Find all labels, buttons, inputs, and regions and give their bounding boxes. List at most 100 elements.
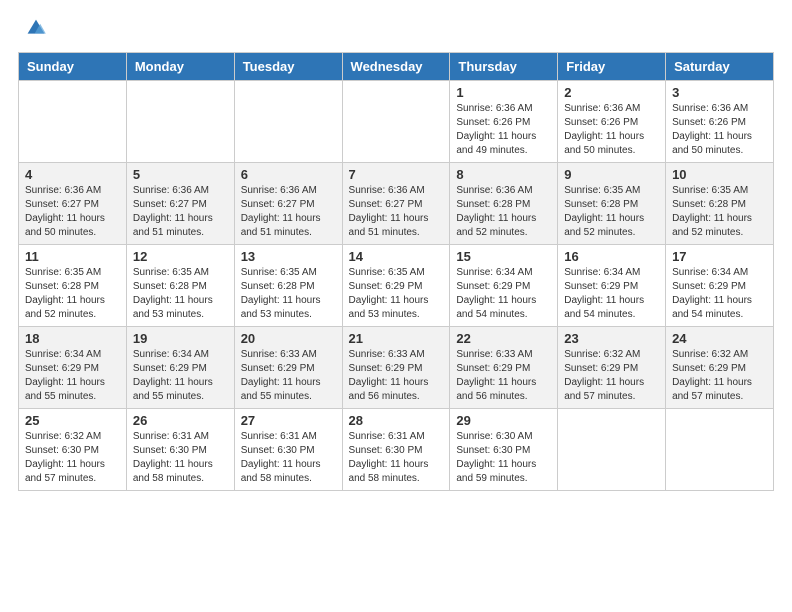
calendar-cell bbox=[19, 81, 127, 163]
calendar-cell: 7 Sunrise: 6:36 AM Sunset: 6:27 PM Daylig… bbox=[342, 163, 450, 245]
cell-day-number: 12 bbox=[133, 249, 228, 264]
calendar-cell: 16 Sunrise: 6:34 AM Sunset: 6:29 PM Dayli… bbox=[558, 245, 666, 327]
calendar-cell bbox=[126, 81, 234, 163]
cell-day-number: 16 bbox=[564, 249, 659, 264]
calendar-cell bbox=[234, 81, 342, 163]
calendar-cell: 6 Sunrise: 6:36 AM Sunset: 6:27 PM Daylig… bbox=[234, 163, 342, 245]
day-header-thursday: Thursday bbox=[450, 53, 558, 81]
cell-info: Sunrise: 6:35 AM Sunset: 6:28 PM Dayligh… bbox=[241, 266, 336, 322]
cell-day-number: 24 bbox=[672, 331, 767, 346]
day-header-sunday: Sunday bbox=[19, 53, 127, 81]
calendar-cell: 26Sunrise: 6:31 AM Sunset: 6:30 PM Dayli… bbox=[126, 409, 234, 491]
calendar-cell: 21 Sunrise: 6:33 AM Sunset: 6:29 PM Dayli… bbox=[342, 327, 450, 409]
cell-info: Sunrise: 6:36 AM Sunset: 6:26 PM Dayligh… bbox=[456, 102, 551, 158]
day-header-wednesday: Wednesday bbox=[342, 53, 450, 81]
cell-day-number: 26 bbox=[133, 413, 228, 428]
cell-day-number: 19 bbox=[133, 331, 228, 346]
cell-info: Sunrise: 6:33 AM Sunset: 6:29 PM Dayligh… bbox=[456, 348, 551, 404]
cell-day-number: 13 bbox=[241, 249, 336, 264]
logo-icon bbox=[22, 14, 50, 42]
header bbox=[18, 18, 774, 42]
week-row-3: 18 Sunrise: 6:34 AM Sunset: 6:29 PM Dayli… bbox=[19, 327, 774, 409]
cell-info: Sunrise: 6:36 AM Sunset: 6:27 PM Dayligh… bbox=[241, 184, 336, 240]
calendar-cell: 15 Sunrise: 6:34 AM Sunset: 6:29 PM Dayli… bbox=[450, 245, 558, 327]
cell-info: Sunrise: 6:34 AM Sunset: 6:29 PM Dayligh… bbox=[564, 266, 659, 322]
calendar-cell: 5 Sunrise: 6:36 AM Sunset: 6:27 PM Daylig… bbox=[126, 163, 234, 245]
calendar-cell: 2 Sunrise: 6:36 AM Sunset: 6:26 PM Daylig… bbox=[558, 81, 666, 163]
cell-info: Sunrise: 6:33 AM Sunset: 6:29 PM Dayligh… bbox=[349, 348, 444, 404]
calendar-cell: 9 Sunrise: 6:35 AM Sunset: 6:28 PM Daylig… bbox=[558, 163, 666, 245]
cell-info: Sunrise: 6:31 AM Sunset: 6:30 PM Dayligh… bbox=[349, 430, 444, 486]
calendar-cell: 28 Sunrise: 6:31 AM Sunset: 6:30 PM Dayli… bbox=[342, 409, 450, 491]
calendar-cell: 13 Sunrise: 6:35 AM Sunset: 6:28 PM Dayli… bbox=[234, 245, 342, 327]
week-row-0: 1Sunrise: 6:36 AM Sunset: 6:26 PM Daylig… bbox=[19, 81, 774, 163]
day-header-friday: Friday bbox=[558, 53, 666, 81]
cell-info: Sunrise: 6:32 AM Sunset: 6:29 PM Dayligh… bbox=[672, 348, 767, 404]
cell-info: Sunrise: 6:33 AM Sunset: 6:29 PM Dayligh… bbox=[241, 348, 336, 404]
calendar-cell bbox=[342, 81, 450, 163]
cell-day-number: 7 bbox=[349, 167, 444, 182]
day-header-monday: Monday bbox=[126, 53, 234, 81]
cell-day-number: 17 bbox=[672, 249, 767, 264]
cell-day-number: 28 bbox=[349, 413, 444, 428]
calendar-cell bbox=[666, 409, 774, 491]
cell-info: Sunrise: 6:32 AM Sunset: 6:30 PM Dayligh… bbox=[25, 430, 120, 486]
day-header-saturday: Saturday bbox=[666, 53, 774, 81]
cell-day-number: 3 bbox=[672, 85, 767, 100]
calendar-cell: 18 Sunrise: 6:34 AM Sunset: 6:29 PM Dayli… bbox=[19, 327, 127, 409]
cell-info: Sunrise: 6:35 AM Sunset: 6:28 PM Dayligh… bbox=[564, 184, 659, 240]
cell-day-number: 29 bbox=[456, 413, 551, 428]
cell-info: Sunrise: 6:32 AM Sunset: 6:29 PM Dayligh… bbox=[564, 348, 659, 404]
calendar-cell: 3 Sunrise: 6:36 AM Sunset: 6:26 PM Daylig… bbox=[666, 81, 774, 163]
cell-info: Sunrise: 6:34 AM Sunset: 6:29 PM Dayligh… bbox=[133, 348, 228, 404]
cell-info: Sunrise: 6:35 AM Sunset: 6:28 PM Dayligh… bbox=[133, 266, 228, 322]
calendar-cell: 4 Sunrise: 6:36 AM Sunset: 6:27 PM Daylig… bbox=[19, 163, 127, 245]
calendar-cell: 8 Sunrise: 6:36 AM Sunset: 6:28 PM Daylig… bbox=[450, 163, 558, 245]
cell-day-number: 8 bbox=[456, 167, 551, 182]
cell-day-number: 9 bbox=[564, 167, 659, 182]
cell-day-number: 20 bbox=[241, 331, 336, 346]
calendar-cell: 17Sunrise: 6:34 AM Sunset: 6:29 PM Dayli… bbox=[666, 245, 774, 327]
cell-day-number: 18 bbox=[25, 331, 120, 346]
day-header-tuesday: Tuesday bbox=[234, 53, 342, 81]
calendar-table: SundayMondayTuesdayWednesdayThursdayFrid… bbox=[18, 52, 774, 491]
week-row-1: 4 Sunrise: 6:36 AM Sunset: 6:27 PM Daylig… bbox=[19, 163, 774, 245]
calendar-cell: 22Sunrise: 6:33 AM Sunset: 6:29 PM Dayli… bbox=[450, 327, 558, 409]
cell-day-number: 2 bbox=[564, 85, 659, 100]
cell-info: Sunrise: 6:35 AM Sunset: 6:28 PM Dayligh… bbox=[672, 184, 767, 240]
week-row-2: 11Sunrise: 6:35 AM Sunset: 6:28 PM Dayli… bbox=[19, 245, 774, 327]
cell-info: Sunrise: 6:31 AM Sunset: 6:30 PM Dayligh… bbox=[241, 430, 336, 486]
cell-info: Sunrise: 6:36 AM Sunset: 6:27 PM Dayligh… bbox=[25, 184, 120, 240]
cell-day-number: 10 bbox=[672, 167, 767, 182]
cell-info: Sunrise: 6:35 AM Sunset: 6:28 PM Dayligh… bbox=[25, 266, 120, 322]
cell-day-number: 4 bbox=[25, 167, 120, 182]
week-row-4: 25Sunrise: 6:32 AM Sunset: 6:30 PM Dayli… bbox=[19, 409, 774, 491]
logo bbox=[18, 18, 50, 42]
header-row: SundayMondayTuesdayWednesdayThursdayFrid… bbox=[19, 53, 774, 81]
cell-info: Sunrise: 6:36 AM Sunset: 6:27 PM Dayligh… bbox=[133, 184, 228, 240]
cell-day-number: 6 bbox=[241, 167, 336, 182]
cell-info: Sunrise: 6:36 AM Sunset: 6:26 PM Dayligh… bbox=[564, 102, 659, 158]
cell-day-number: 23 bbox=[564, 331, 659, 346]
cell-info: Sunrise: 6:36 AM Sunset: 6:28 PM Dayligh… bbox=[456, 184, 551, 240]
cell-info: Sunrise: 6:36 AM Sunset: 6:27 PM Dayligh… bbox=[349, 184, 444, 240]
cell-day-number: 15 bbox=[456, 249, 551, 264]
cell-day-number: 14 bbox=[349, 249, 444, 264]
calendar-cell: 20 Sunrise: 6:33 AM Sunset: 6:29 PM Dayli… bbox=[234, 327, 342, 409]
cell-day-number: 27 bbox=[241, 413, 336, 428]
cell-day-number: 5 bbox=[133, 167, 228, 182]
cell-info: Sunrise: 6:34 AM Sunset: 6:29 PM Dayligh… bbox=[456, 266, 551, 322]
calendar-cell: 11Sunrise: 6:35 AM Sunset: 6:28 PM Dayli… bbox=[19, 245, 127, 327]
calendar-cell: 12 Sunrise: 6:35 AM Sunset: 6:28 PM Dayli… bbox=[126, 245, 234, 327]
calendar-cell: 19 Sunrise: 6:34 AM Sunset: 6:29 PM Dayli… bbox=[126, 327, 234, 409]
calendar-cell: 10 Sunrise: 6:35 AM Sunset: 6:28 PM Dayli… bbox=[666, 163, 774, 245]
cell-info: Sunrise: 6:36 AM Sunset: 6:26 PM Dayligh… bbox=[672, 102, 767, 158]
calendar-cell: 24 Sunrise: 6:32 AM Sunset: 6:29 PM Dayli… bbox=[666, 327, 774, 409]
calendar-cell: 29 Sunrise: 6:30 AM Sunset: 6:30 PM Dayli… bbox=[450, 409, 558, 491]
calendar-cell: 14Sunrise: 6:35 AM Sunset: 6:29 PM Dayli… bbox=[342, 245, 450, 327]
calendar-cell: 1Sunrise: 6:36 AM Sunset: 6:26 PM Daylig… bbox=[450, 81, 558, 163]
calendar-cell: 23 Sunrise: 6:32 AM Sunset: 6:29 PM Dayli… bbox=[558, 327, 666, 409]
cell-day-number: 21 bbox=[349, 331, 444, 346]
cell-info: Sunrise: 6:30 AM Sunset: 6:30 PM Dayligh… bbox=[456, 430, 551, 486]
cell-info: Sunrise: 6:34 AM Sunset: 6:29 PM Dayligh… bbox=[25, 348, 120, 404]
